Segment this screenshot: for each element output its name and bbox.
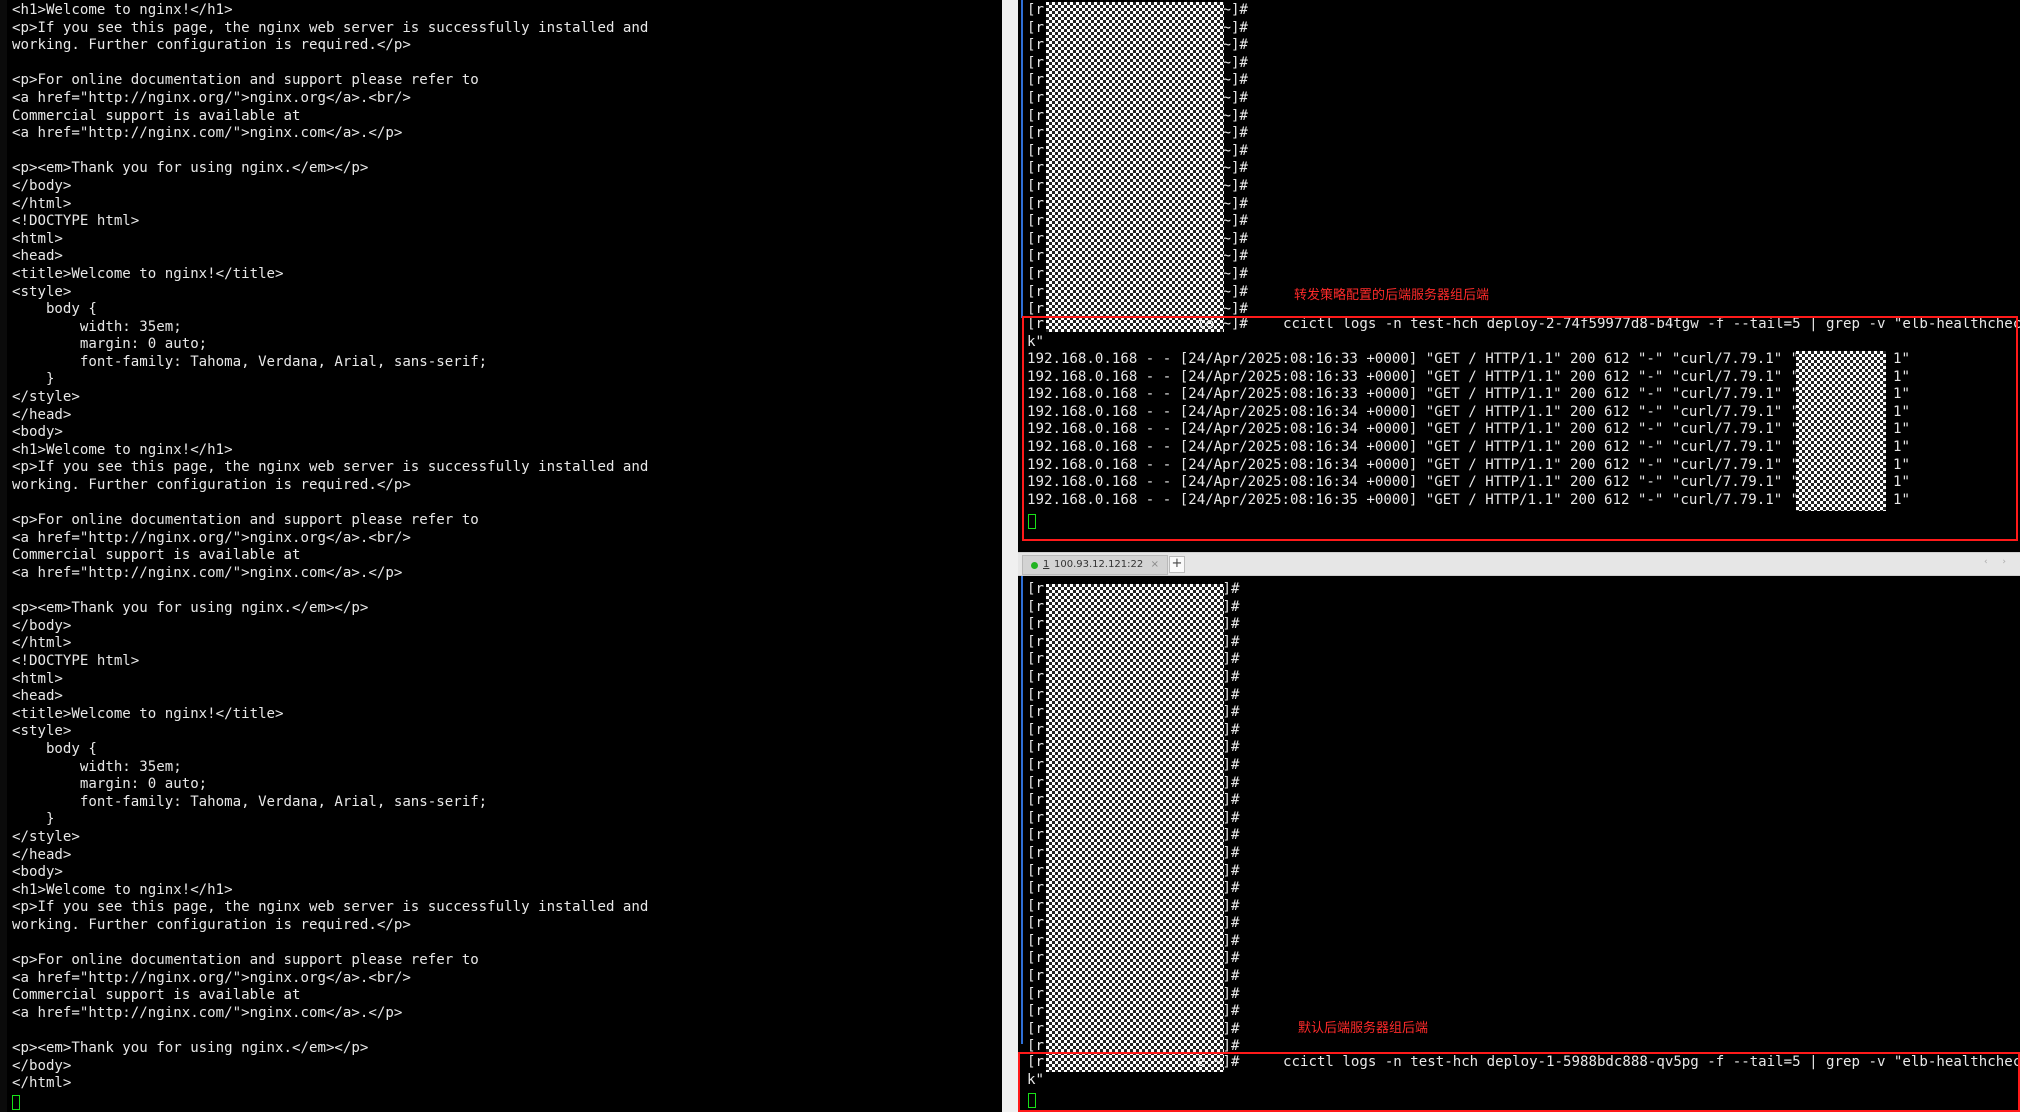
terminal-line: working. Further configuration is requir… [12,37,411,54]
terminal-line: <p><em>Thank you for using nginx.</em></… [12,160,369,177]
close-tab-icon[interactable]: × [1151,559,1159,570]
tab-number: 1 [1043,559,1050,570]
terminal-line: working. Further configuration is requir… [12,916,411,933]
terminal-line: <!DOCTYPE html> [12,213,140,230]
terminal-line: </body> [12,177,72,194]
terminal-line: } [12,371,55,388]
left-terminal-pane[interactable]: <h1>Welcome to nginx!</h1> <p>If you see … [0,0,1002,1112]
session-tab-bar: 1 100.93.12.121:22 × + ‹ › [1018,552,2020,576]
terminal-line: <p><em>Thank you for using nginx.</em></… [12,1040,369,1057]
terminal-line: </style> [12,828,80,845]
terminal-line: <a href="http://nginx.com/">nginx.com</a… [12,565,403,581]
terminal-line: body { [12,740,97,757]
terminal-line: <p>For online documentation and support … [12,72,479,89]
tab-label: 100.93.12.121:22 [1054,559,1144,570]
terminal-line: body { [12,301,97,318]
terminal-line: working. Further configuration is requir… [12,477,411,494]
terminal-line: <html> [12,670,63,687]
terminal-line: <head> [12,688,63,705]
terminal-line: width: 35em; [12,318,182,335]
terminal-line: </head> [12,406,72,423]
pane-border-line [1021,576,1023,1044]
terminal-line: Commercial support is available at [12,107,301,124]
terminal-line: <p><em>Thank you for using nginx.</em></… [12,600,369,617]
redaction-mask [1046,2,1224,332]
top-terminal-pane[interactable]: [rte ~]#[rte ~]#[rte ~]#[rte ~]#[rte ~]#… [1018,0,2020,552]
pane-border-line [1021,0,1023,318]
highlight-box-top [1022,316,2018,541]
terminal-line: </head> [12,846,72,863]
terminal-line: </style> [12,389,80,406]
left-pane-edge [0,0,7,1112]
terminal-line: font-family: Tahoma, Verdana, Arial, san… [12,793,488,810]
terminal-line: } [12,811,55,828]
terminal-line: </html> [12,635,72,652]
terminal-line: </html> [12,195,72,212]
terminal-line: <!DOCTYPE html> [12,652,140,669]
terminal-line: <a href="http://nginx.com/">nginx.com</a… [12,1004,403,1021]
terminal-line: <a href="http://nginx.org/">nginx.org</a… [12,529,411,546]
terminal-line: margin: 0 auto; [12,336,208,353]
bottom-terminal-pane[interactable]: [re ~]#[re ~]#[re ~]#[re ~]#[re ~]#[re ~… [1018,576,2020,1112]
terminal-line: <title>Welcome to nginx!</title> [12,705,284,722]
terminal-line: <head> [12,248,63,265]
left-terminal-cursor [12,1092,20,1111]
connected-status-icon [1031,562,1038,569]
terminal-line: <html> [12,230,63,247]
terminal-line: </body> [12,617,72,634]
terminal-line: <a href="http://nginx.org/">nginx.org</a… [12,969,411,986]
terminal-line: <body> [12,864,63,881]
terminal-line: width: 35em; [12,758,182,775]
terminal-line: Commercial support is available at [12,987,301,1004]
terminal-line: <p>For online documentation and support … [12,512,479,529]
terminal-line: <p>If you see this page, the nginx web s… [12,899,649,916]
terminal-line: <style> [12,283,72,300]
tab-scroll-arrows-icon[interactable]: ‹ › [1984,557,2012,567]
terminal-line: <h1>Welcome to nginx!</h1> [12,881,233,898]
annotation-label: 转发策略配置的后端服务器组后端 [1294,288,1490,303]
add-tab-button[interactable]: + [1169,556,1185,573]
terminal-line: font-family: Tahoma, Verdana, Arial, san… [12,353,488,370]
redaction-mask [1046,584,1224,1072]
left-terminal-output: <h1>Welcome to nginx!</h1> <p>If you see … [12,2,648,1093]
terminal-line: <title>Welcome to nginx!</title> [12,265,284,282]
terminal-line: <h1>Welcome to nginx!</h1> [12,441,233,458]
terminal-line: <style> [12,723,72,740]
annotation-label: 默认后端服务器组后端 [1298,1021,1429,1036]
terminal-line: <h1>Welcome to nginx!</h1> [12,2,233,18]
terminal-line: <p>For online documentation and support … [12,952,479,969]
terminal-line: Commercial support is available at [12,547,301,564]
terminal-line: </html> [12,1075,72,1092]
terminal-line: <p>If you see this page, the nginx web s… [12,459,649,476]
terminal-line: <p>If you see this page, the nginx web s… [12,19,649,36]
session-tab[interactable]: 1 100.93.12.121:22 × [1022,555,1168,575]
terminal-line: <a href="http://nginx.com/">nginx.com</a… [12,125,403,142]
terminal-line: margin: 0 auto; [12,776,208,793]
highlight-box-bottom [1018,1052,2020,1112]
terminal-line: <a href="http://nginx.org/">nginx.org</a… [12,89,411,106]
pane-divider[interactable] [1002,0,1018,1112]
terminal-line: </body> [12,1057,72,1074]
terminal-line: <body> [12,424,63,441]
